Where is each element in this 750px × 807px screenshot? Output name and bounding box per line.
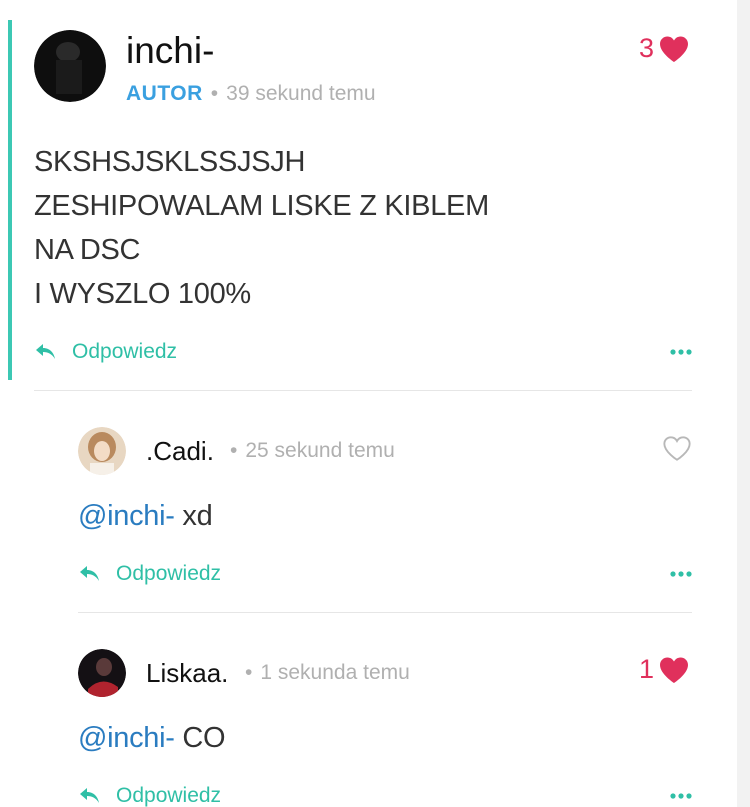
post-like-button[interactable]: 3	[639, 33, 690, 64]
comment-meta: • 1 sekunda temu	[237, 661, 410, 685]
reply-arrow-icon	[80, 788, 99, 803]
comment-like-count: 1	[639, 654, 655, 684]
divider	[78, 612, 692, 613]
more-dots-icon[interactable]	[670, 571, 692, 577]
post-reply-button[interactable]: Odpowiedz	[34, 340, 177, 364]
comment-time: 1 sekunda temu	[260, 661, 410, 684]
comment-reply-button[interactable]: Odpowiedz	[78, 562, 221, 586]
comment-thread: inchi- AUTOR • 39 sekund temu 3 SKSHSJSKLS…	[0, 0, 737, 807]
heart-icon	[660, 657, 689, 683]
reply-arrow-icon	[80, 566, 99, 581]
user-mention[interactable]: @inchi-	[78, 722, 175, 754]
comment-body: @inchi- xd	[78, 494, 213, 538]
user-mention[interactable]: @inchi-	[78, 500, 175, 532]
avatar-inchi[interactable]	[34, 30, 106, 102]
post-time: 39 sekund temu	[226, 82, 376, 105]
comment-like-button[interactable]: 1	[639, 654, 690, 685]
reply-label: Odpowiedz	[116, 562, 222, 585]
meta-separator: •	[230, 439, 238, 462]
comment-text: xd	[174, 500, 213, 532]
avatar-cadi[interactable]	[78, 427, 126, 475]
post-like-count: 3	[639, 33, 655, 63]
comment-author-name[interactable]: .Cadi.	[146, 436, 214, 467]
reply-label: Odpowiedz	[72, 340, 178, 363]
comment-meta: • 25 sekund temu	[222, 439, 395, 463]
meta-separator: •	[245, 661, 253, 684]
comment-text: CO	[174, 722, 226, 754]
more-dots-icon[interactable]	[670, 793, 692, 799]
post-line: I WYSZLO 100%	[34, 278, 251, 310]
heart-icon	[660, 36, 689, 62]
author-highlight-bar	[8, 20, 12, 380]
divider	[34, 390, 692, 391]
comment-time: 25 sekund temu	[245, 439, 395, 462]
meta-separator: •	[210, 82, 219, 105]
post-line: NA DSC	[34, 234, 141, 266]
comment-reply-button[interactable]: Odpowiedz	[78, 784, 221, 807]
post-meta: AUTOR • 39 sekund temu	[126, 82, 376, 106]
heart-outline-icon[interactable]	[662, 435, 692, 462]
avatar-liskaa[interactable]	[78, 649, 126, 697]
reply-arrow-icon	[36, 344, 55, 359]
post-author-name[interactable]: inchi-	[126, 30, 214, 72]
post-body: SKSHSJSKLSSJSJH ZESHIPOWALAM LISKE Z KIB…	[34, 140, 489, 316]
comment-author-name[interactable]: Liskaa.	[146, 658, 228, 689]
reply-label: Odpowiedz	[116, 784, 222, 807]
comment-body: @inchi- CO	[78, 716, 226, 760]
more-dots-icon[interactable]	[670, 349, 692, 355]
author-badge: AUTOR	[126, 82, 203, 105]
post-line: ZESHIPOWALAM LISKE Z KIBLEM	[34, 190, 489, 222]
post-line: SKSHSJSKLSSJSJH	[34, 146, 306, 178]
